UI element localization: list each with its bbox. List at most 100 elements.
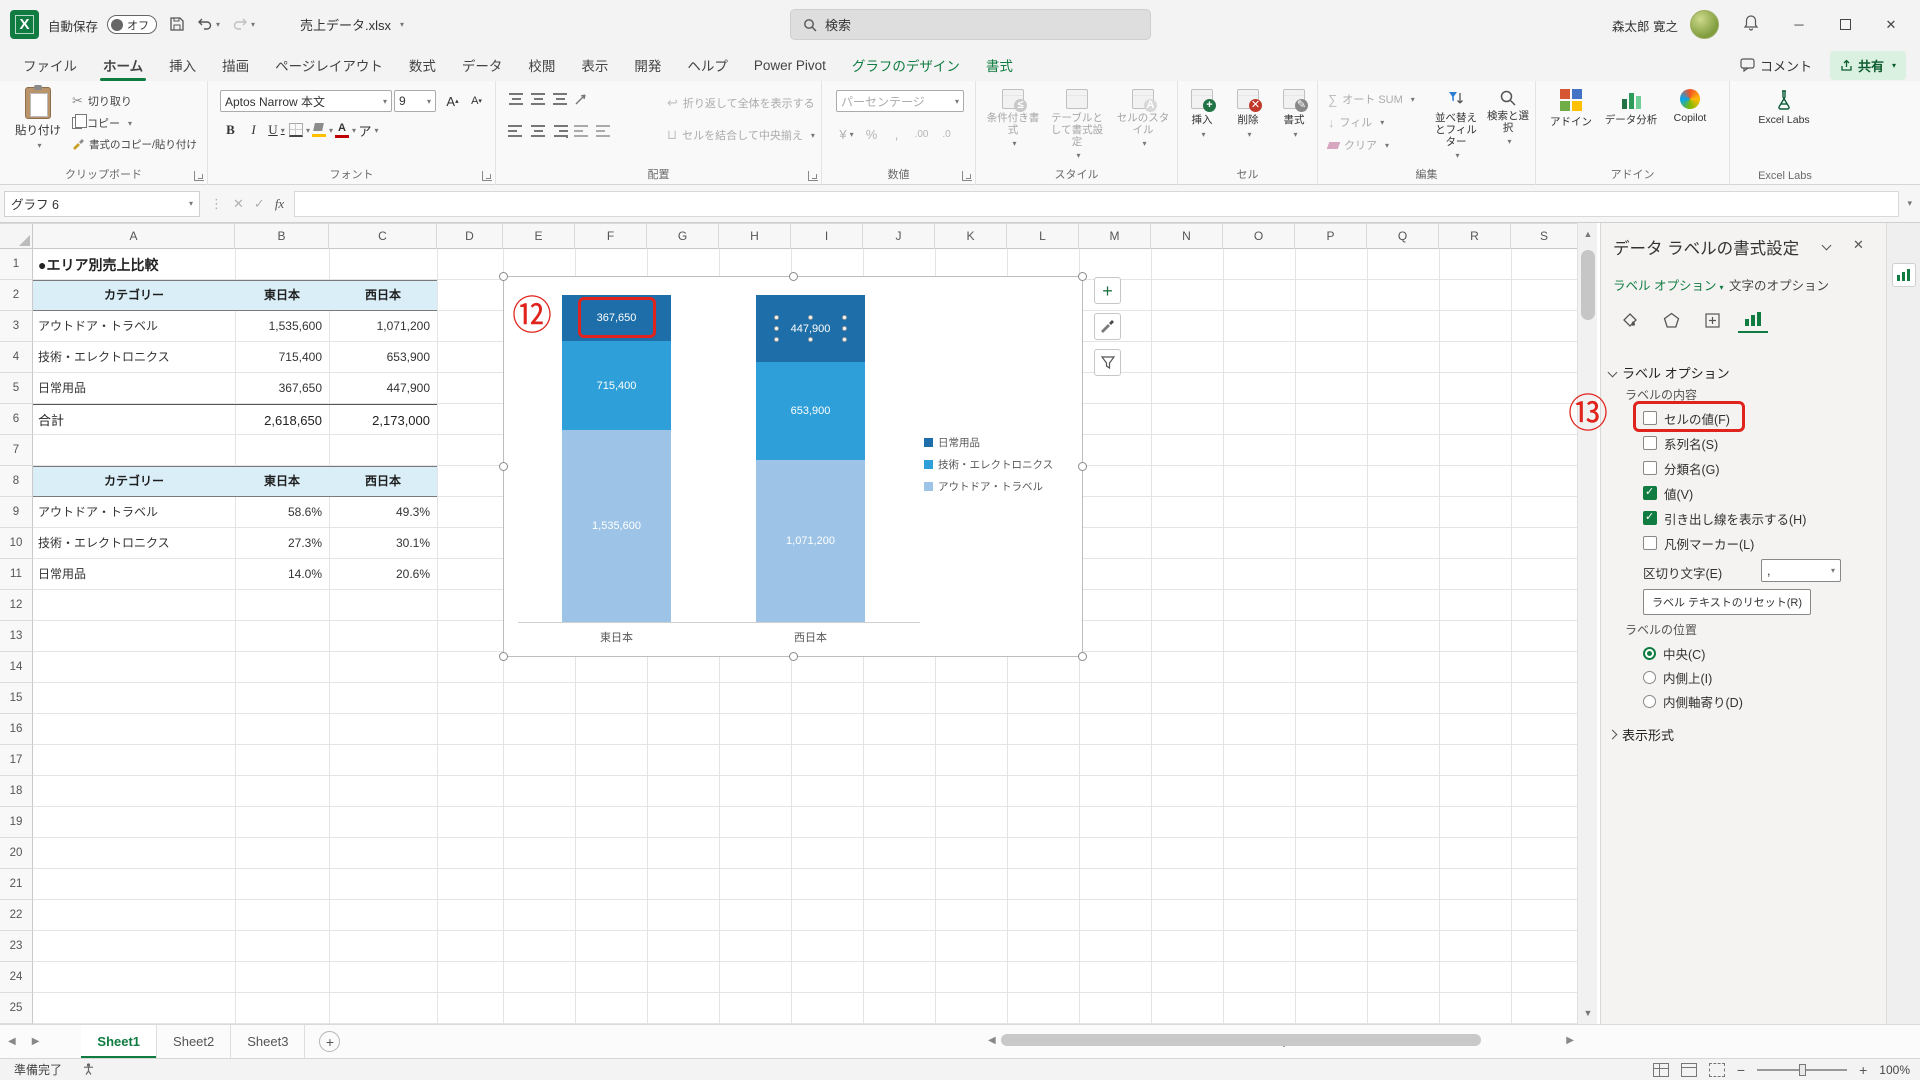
- row-header[interactable]: 4: [0, 342, 33, 373]
- row-header[interactable]: 16: [0, 714, 33, 745]
- table1-header-row[interactable]: カテゴリー 東日本 西日本: [33, 280, 437, 311]
- column-header[interactable]: H: [719, 224, 791, 250]
- format-painter-button[interactable]: 書式のコピー/貼り付け: [72, 137, 197, 152]
- data-analysis-button[interactable]: データ分析: [1602, 89, 1660, 127]
- name-box[interactable]: グラフ 6 ▾: [4, 190, 200, 217]
- row-header[interactable]: 11: [0, 559, 33, 590]
- cell-styles-button[interactable]: A セルのスタイル ▾: [1112, 89, 1174, 148]
- size-properties-icon[interactable]: [1697, 307, 1727, 333]
- scroll-left-icon[interactable]: ◀: [985, 1035, 999, 1046]
- cancel-entry-button[interactable]: ✕: [233, 196, 244, 212]
- clear-button[interactable]: クリア ▾: [1326, 137, 1389, 153]
- excel-labs-button[interactable]: Excel Labs: [1752, 89, 1816, 126]
- select-all-button[interactable]: [0, 224, 33, 248]
- format-as-table-button[interactable]: テーブルとして書式設定 ▾: [1046, 89, 1108, 160]
- sheet-tab-sheet1[interactable]: Sheet1: [81, 1024, 158, 1059]
- axis-label-east[interactable]: 東日本: [562, 629, 671, 645]
- merge-center-button[interactable]: ⊔ セルを結合して中央揃え ▾: [667, 127, 815, 143]
- column-header[interactable]: M: [1079, 224, 1151, 250]
- chart[interactable]: 367,650 715,400 1,535,600 447,900 653,90…: [499, 272, 1087, 661]
- column-header[interactable]: S: [1511, 224, 1577, 250]
- zoom-slider[interactable]: [1757, 1063, 1848, 1076]
- fill-color-button[interactable]: ▾: [312, 119, 333, 141]
- page-layout-view-button[interactable]: [1680, 1062, 1697, 1077]
- row-header[interactable]: 10: [0, 528, 33, 559]
- row-header[interactable]: 9: [0, 497, 33, 528]
- bold-button[interactable]: B: [220, 119, 241, 141]
- separator-select[interactable]: , ▾: [1761, 559, 1841, 582]
- fill-button[interactable]: ↓ フィル ▾: [1328, 114, 1384, 130]
- data-label[interactable]: 447,900: [791, 323, 831, 335]
- dialog-launcher-icon[interactable]: [194, 171, 204, 181]
- close-button[interactable]: ✕: [1868, 0, 1914, 49]
- align-right-icon[interactable]: [552, 123, 568, 138]
- ribbon-tab-chart-format[interactable]: 書式: [973, 49, 1026, 81]
- row-header[interactable]: 6: [0, 404, 33, 435]
- sheet-nav-left-icon[interactable]: ◀: [0, 1036, 24, 1047]
- column-header[interactable]: I: [791, 224, 863, 250]
- row-header[interactable]: 13: [0, 621, 33, 652]
- active-pane-icon[interactable]: [1892, 263, 1916, 287]
- bar-segment-east-tech[interactable]: 715,400: [562, 341, 671, 430]
- sheet-tab-sheet3[interactable]: Sheet3: [231, 1024, 306, 1059]
- row-header[interactable]: 25: [0, 993, 33, 1024]
- ribbon-tab-chart-design[interactable]: グラフのデザイン: [839, 49, 973, 81]
- pane-menu-icon[interactable]: [1821, 237, 1832, 252]
- excel-app-icon[interactable]: X: [10, 10, 39, 39]
- increase-decimal-button[interactable]: .00: [911, 123, 932, 145]
- ribbon-tab[interactable]: ヘルプ: [674, 49, 741, 81]
- zoom-out-button[interactable]: −: [1737, 1062, 1745, 1078]
- row-header[interactable]: 15: [0, 683, 33, 714]
- more-options-icon[interactable]: ⋮: [210, 196, 223, 212]
- chart-filters-button[interactable]: [1094, 349, 1121, 376]
- reset-label-text-button[interactable]: ラベル テキストのリセット(R): [1643, 589, 1811, 615]
- ribbon-tab[interactable]: データ: [449, 49, 516, 81]
- page-break-view-button[interactable]: [1708, 1062, 1725, 1077]
- accessibility-icon[interactable]: [82, 1062, 95, 1078]
- format-cells-button[interactable]: ✎ 書式 ▾: [1272, 89, 1316, 139]
- checkbox-leader-lines[interactable]: 引き出し線を表示する(H): [1643, 508, 1806, 528]
- column-header[interactable]: L: [1007, 224, 1079, 250]
- shrink-font-button[interactable]: A ▾: [466, 90, 487, 112]
- align-top-icon[interactable]: [508, 91, 524, 106]
- checkbox-series-name[interactable]: 系列名(S): [1643, 433, 1718, 453]
- autosave-toggle[interactable]: オフ: [107, 15, 157, 34]
- currency-format-button[interactable]: ¥ ▾: [836, 123, 857, 145]
- sort-filter-button[interactable]: 並べ替えとフィルター ▾: [1430, 89, 1482, 160]
- confirm-entry-button[interactable]: ✓: [254, 196, 265, 212]
- column-header[interactable]: O: [1223, 224, 1295, 250]
- ribbon-tab[interactable]: ページレイアウト: [262, 49, 396, 81]
- checkbox-value[interactable]: 値(V): [1643, 483, 1693, 503]
- row-header[interactable]: 21: [0, 869, 33, 900]
- ribbon-tab[interactable]: 校閲: [515, 49, 568, 81]
- sheet-nav-right-icon[interactable]: ▶: [24, 1036, 48, 1047]
- column-header[interactable]: C: [329, 224, 437, 250]
- borders-button[interactable]: ▾: [289, 119, 310, 141]
- insert-function-button[interactable]: fx: [275, 196, 284, 212]
- zoom-in-button[interactable]: +: [1859, 1062, 1867, 1078]
- redo-button[interactable]: ▾: [228, 13, 259, 35]
- italic-button[interactable]: I: [243, 119, 264, 141]
- checkbox-category-name[interactable]: 分類名(G): [1643, 458, 1720, 478]
- table-row[interactable]: 日常用品 14.0% 20.6%: [33, 559, 437, 590]
- section-label-options[interactable]: ラベル オプション: [1607, 363, 1730, 382]
- column-header[interactable]: A: [33, 224, 235, 250]
- radio-inside-base[interactable]: 内側軸寄り(D): [1643, 691, 1743, 711]
- tab-text-options[interactable]: 文字のオプション: [1729, 275, 1829, 294]
- comma-style-button[interactable]: ,: [886, 123, 907, 145]
- column-header[interactable]: R: [1439, 224, 1511, 250]
- increase-indent-icon[interactable]: [596, 123, 612, 138]
- column-header[interactable]: N: [1151, 224, 1223, 250]
- ribbon-tab[interactable]: 表示: [568, 49, 621, 81]
- row-header[interactable]: 14: [0, 652, 33, 683]
- notifications-button[interactable]: [1742, 14, 1760, 35]
- table-row[interactable]: アウトドア・トラベル 58.6% 49.3%: [33, 497, 437, 528]
- data-label[interactable]: 1,071,200: [786, 535, 835, 547]
- chart-elements-button[interactable]: +: [1094, 277, 1121, 304]
- ribbon-tab[interactable]: Power Pivot: [741, 49, 839, 81]
- chart-styles-button[interactable]: [1094, 313, 1121, 340]
- ribbon-tab[interactable]: 開発: [621, 49, 674, 81]
- sheet-tab-sheet2[interactable]: Sheet2: [157, 1024, 232, 1059]
- radio-inside-end[interactable]: 内側上(I): [1643, 667, 1712, 687]
- table-row[interactable]: 技術・エレクトロニクス 27.3% 30.1%: [33, 528, 437, 559]
